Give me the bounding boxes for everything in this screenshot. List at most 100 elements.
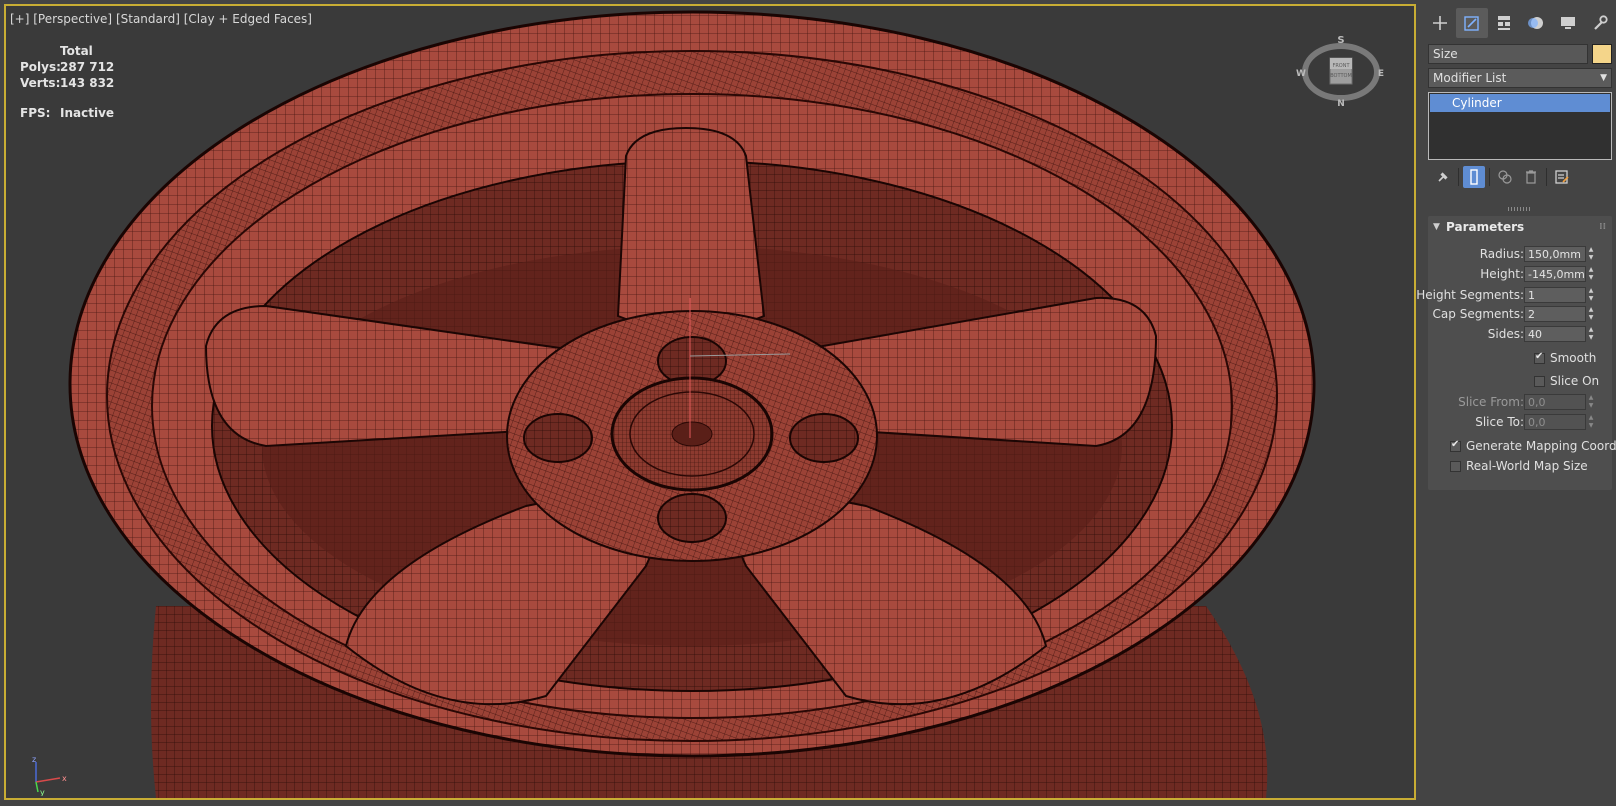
height-segments-row: Height Segments: 1 ▲ ▼: [1416, 287, 1612, 305]
fps-value: Inactive: [60, 106, 115, 120]
statistics-overlay: Total Polys: 287 712 Verts: 143 832 FPS:…: [20, 43, 114, 121]
hierarchy-icon: [1498, 16, 1510, 30]
object-name-field[interactable]: Size: [1428, 44, 1588, 64]
pin-stack-button[interactable]: [1432, 166, 1454, 188]
slice-to-spinner[interactable]: 0,0: [1524, 414, 1586, 430]
display-icon: [1561, 17, 1575, 29]
command-panel-tabs: [1424, 8, 1616, 42]
slice-from-spinner[interactable]: 0,0: [1524, 394, 1586, 410]
compass-w: W: [1296, 69, 1306, 79]
slice-to-row: Slice To: 0,0 ▲ ▼: [1428, 414, 1612, 432]
slice-on-label: Slice On: [1550, 374, 1600, 388]
smooth-checkbox[interactable]: Smooth: [1534, 350, 1596, 366]
make-unique-icon: [1498, 170, 1512, 184]
viewport-menu-pov[interactable]: [Perspective]: [33, 12, 112, 26]
wheel-mesh-render: [68, 10, 1316, 798]
modifier-list-label: Modifier List: [1433, 71, 1507, 85]
chevron-down-icon: ▼: [1600, 73, 1607, 83]
viewport-label[interactable]: [+] [Perspective] [Standard] [Clay + Edg…: [10, 12, 312, 26]
object-color-swatch[interactable]: [1592, 44, 1612, 64]
axis-y-label: y: [40, 788, 45, 796]
viewport-menu-shading[interactable]: [Clay + Edged Faces]: [184, 12, 312, 26]
height-label: Height:: [1480, 267, 1524, 281]
viewport-menu-standard[interactable]: [Standard]: [116, 12, 180, 26]
generate-mapping-checkbox-box[interactable]: [1450, 439, 1461, 452]
viewcube[interactable]: FRONT BOTTOM S W E N: [1296, 34, 1386, 110]
compass-e: E: [1378, 69, 1384, 79]
verts-label: Verts:: [20, 76, 61, 90]
slice-from-spinner-arrows[interactable]: ▲ ▼: [1586, 394, 1596, 410]
utilities-icon: [1594, 15, 1608, 30]
viewcube-bottom: BOTTOM: [1330, 73, 1352, 79]
modify-icon: [1464, 16, 1479, 31]
cap-segments-spinner[interactable]: 2: [1524, 306, 1586, 322]
modifier-list-dropdown[interactable]: Modifier List ▼: [1428, 68, 1612, 88]
remove-modifier-button[interactable]: [1520, 166, 1542, 188]
tab-create[interactable]: [1424, 8, 1456, 38]
cap-segments-spinner-arrows[interactable]: ▲ ▼: [1586, 306, 1596, 322]
real-world-map-size-checkbox-box[interactable]: [1450, 460, 1461, 472]
sides-label: Sides:: [1487, 327, 1524, 341]
slice-on-checkbox-box[interactable]: [1534, 375, 1545, 387]
height-spinner-arrows[interactable]: ▲ ▼: [1586, 266, 1596, 282]
tab-modify[interactable]: [1456, 8, 1488, 38]
viewport-menu-plus[interactable]: [+]: [10, 12, 29, 26]
tab-hierarchy[interactable]: [1488, 8, 1520, 38]
configure-sets-button[interactable]: [1551, 166, 1573, 188]
radius-label: Radius:: [1479, 247, 1524, 261]
slice-from-label: Slice From:: [1458, 395, 1524, 409]
viewcube-front: FRONT: [1332, 63, 1350, 69]
axis-x-label: x: [62, 774, 67, 783]
height-segments-label: Height Segments:: [1416, 288, 1524, 302]
sides-row: Sides: 40 ▲ ▼: [1428, 326, 1612, 344]
verts-value: 143 832: [60, 76, 115, 90]
panel-resize-grip[interactable]: [1508, 207, 1530, 211]
slice-from-row: Slice From: 0,0 ▲ ▼: [1428, 394, 1612, 412]
sides-spinner-arrows[interactable]: ▲ ▼: [1586, 326, 1596, 342]
axis-z-label: z: [32, 756, 36, 764]
radius-spinner[interactable]: 150,0mm: [1524, 246, 1586, 262]
generate-mapping-label: Generate Mapping Coords.: [1466, 439, 1616, 453]
polys-label: Polys:: [20, 60, 61, 74]
smooth-checkbox-box[interactable]: [1534, 351, 1545, 364]
parameters-rollout: ▼ Parameters ⁞⁞ Radius: 150,0mm ▲ ▼ Heigh…: [1416, 216, 1616, 490]
trash-icon: [1526, 170, 1536, 184]
collapse-triangle-icon: ▼: [1433, 222, 1440, 232]
slice-to-label: Slice To:: [1475, 415, 1524, 429]
cap-segments-label: Cap Segments:: [1432, 307, 1524, 321]
height-segments-spinner[interactable]: 1: [1524, 287, 1586, 303]
parameters-rollout-header[interactable]: ▼ Parameters ⁞⁞: [1428, 216, 1612, 238]
stats-header: Total: [60, 44, 93, 58]
real-world-map-size-label: Real-World Map Size: [1466, 459, 1588, 473]
tab-utilities[interactable]: [1584, 8, 1616, 38]
configure-icon: [1555, 170, 1569, 184]
smooth-label: Smooth: [1550, 351, 1597, 365]
height-spinner[interactable]: -145,0mm: [1524, 266, 1586, 282]
perspective-viewport[interactable]: [+] [Perspective] [Standard] [Clay + Edg…: [4, 4, 1416, 800]
create-icon: [1433, 16, 1447, 30]
radius-row: Radius: 150,0mm ▲ ▼: [1428, 246, 1612, 264]
axis-tripod: z x y: [32, 756, 67, 796]
height-segments-spinner-arrows[interactable]: ▲ ▼: [1586, 287, 1596, 303]
make-unique-button[interactable]: [1494, 166, 1516, 188]
fps-label: FPS:: [20, 106, 51, 120]
command-panel: Size Modifier List ▼ Cylinder ▼ Paramete…: [1416, 0, 1616, 806]
show-end-result-button[interactable]: [1463, 166, 1485, 188]
parameters-title: Parameters: [1446, 220, 1525, 234]
cap-segments-row: Cap Segments: 2 ▲ ▼: [1428, 306, 1612, 324]
tab-display[interactable]: [1552, 8, 1584, 38]
modifier-stack[interactable]: Cylinder: [1428, 92, 1612, 160]
sides-spinner[interactable]: 40: [1524, 326, 1586, 342]
slice-on-checkbox[interactable]: Slice On: [1534, 373, 1599, 389]
height-row: Height: -145,0mm ▲ ▼: [1428, 266, 1612, 284]
radius-spinner-arrows[interactable]: ▲ ▼: [1586, 246, 1596, 262]
drag-handle-icon: ⁞⁞: [1599, 222, 1606, 232]
stack-item-cylinder[interactable]: Cylinder: [1430, 94, 1610, 112]
tab-motion[interactable]: [1520, 8, 1552, 38]
pin-icon: [1438, 172, 1448, 182]
slice-to-spinner-arrows[interactable]: ▲ ▼: [1586, 414, 1596, 430]
generate-mapping-checkbox[interactable]: Generate Mapping Coords.: [1450, 438, 1616, 454]
real-world-map-size-checkbox[interactable]: Real-World Map Size: [1450, 458, 1588, 474]
polys-value: 287 712: [60, 60, 115, 74]
motion-icon: [1528, 17, 1543, 29]
